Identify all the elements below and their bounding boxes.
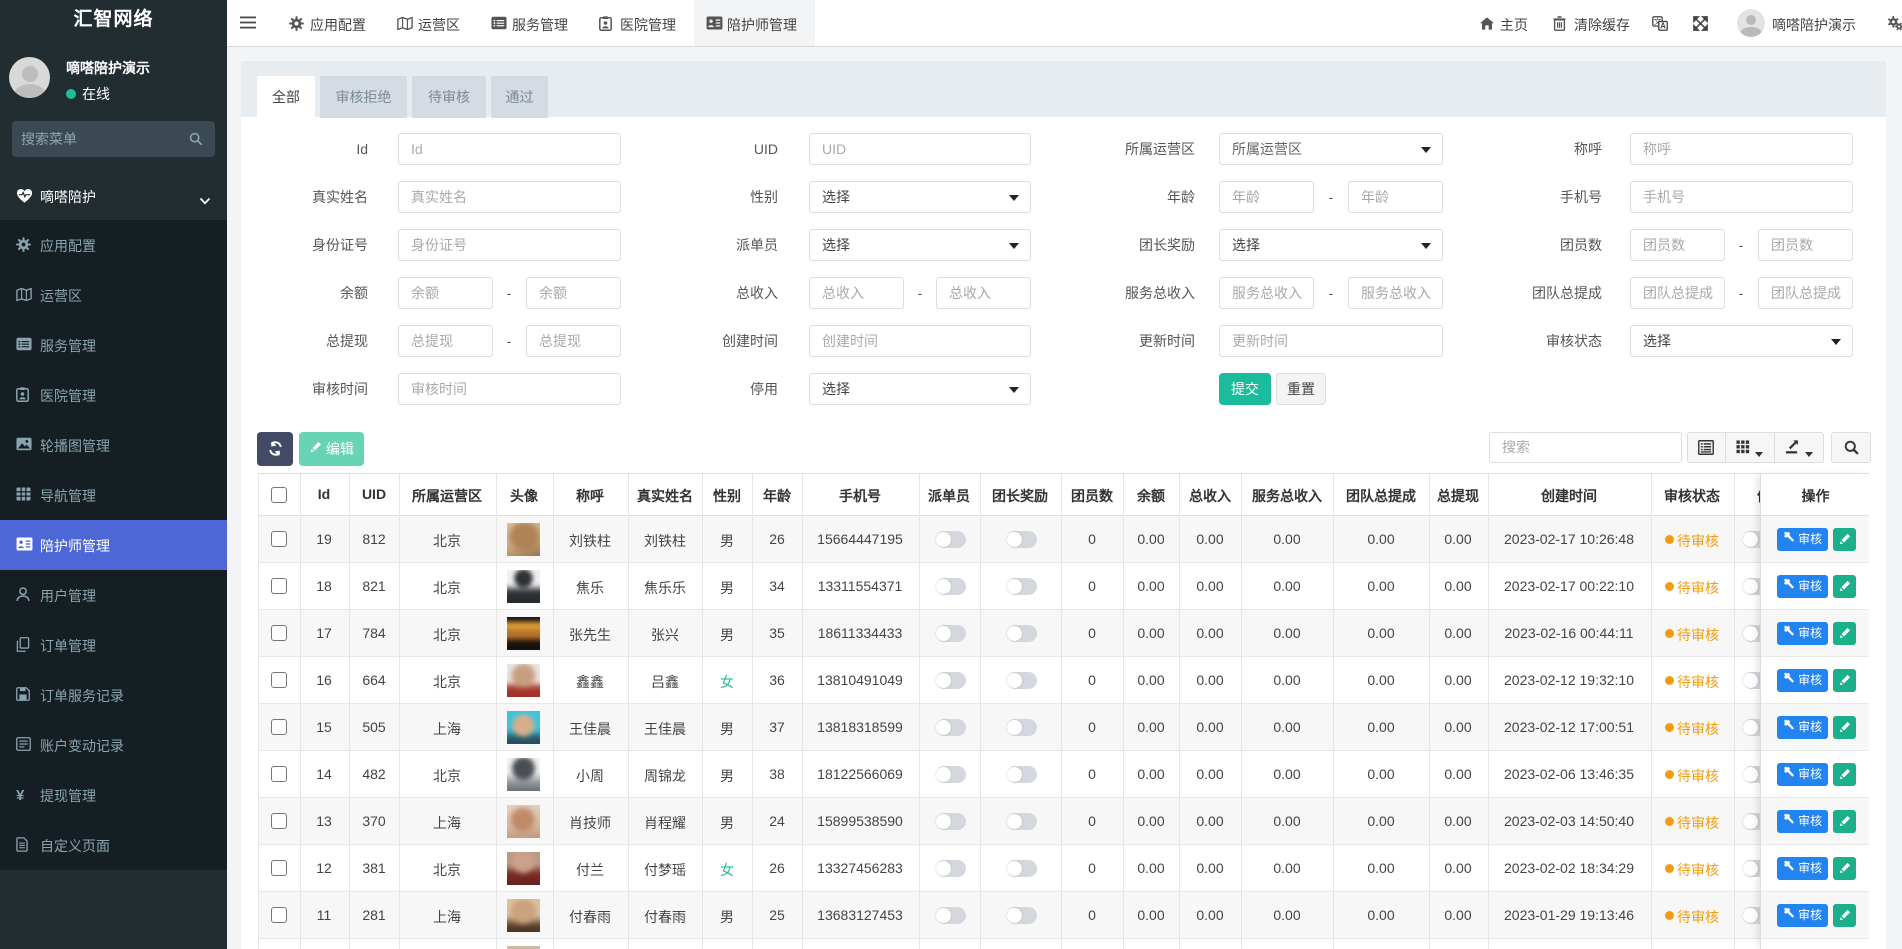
svg-text:A: A xyxy=(1660,21,1666,30)
